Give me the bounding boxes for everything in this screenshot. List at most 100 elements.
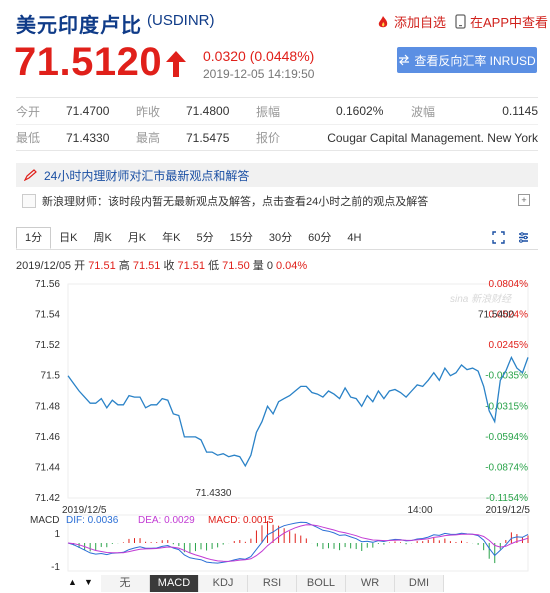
open-app-button[interactable]: 在APP中查看 bbox=[455, 12, 548, 31]
stat-value: 71.4800 bbox=[186, 104, 230, 118]
stat-value: 0.1602% bbox=[336, 104, 384, 118]
scroll-down-icon[interactable]: ▼ bbox=[84, 577, 93, 587]
period-tabs: 1分 日K 周K 月K 年K 5分 15分 30分 60分 4H bbox=[16, 227, 538, 250]
macd-dif-line bbox=[67, 521, 529, 564]
ohlc-vol: 0 bbox=[266, 260, 273, 272]
y-tick-label: 71.44 bbox=[35, 462, 60, 473]
tab-day[interactable]: 日K bbox=[51, 228, 85, 249]
news-item[interactable]: 新浪理财师：该时段内暂无最新观点及解答，点击查看24小时之前的观点及解答 + bbox=[16, 190, 538, 212]
news-heading-label: 24小时内理财师对汇市最新观点和解答 bbox=[44, 168, 250, 183]
ohlc-low: 71.50 bbox=[222, 260, 250, 272]
ohlc-close-label: 收 bbox=[163, 260, 175, 272]
indicator-tab-wr[interactable]: WR bbox=[346, 575, 395, 592]
price-line bbox=[67, 355, 529, 468]
tab-30min[interactable]: 30分 bbox=[261, 228, 300, 249]
tab-month[interactable]: 月K bbox=[120, 228, 154, 249]
stat-label: 昨收 bbox=[136, 104, 161, 119]
stat-value: 71.4700 bbox=[66, 104, 110, 118]
high-label: 71.5400 bbox=[478, 310, 515, 321]
swap-icon bbox=[399, 54, 410, 66]
add-favorite-button[interactable]: 添加自选 bbox=[376, 12, 446, 31]
reverse-rate-label: 查看反向汇率 INRUSD bbox=[414, 53, 536, 68]
news-heading[interactable]: 24小时内理财师对汇市最新观点和解答 bbox=[16, 163, 538, 187]
stat-label: 最低 bbox=[16, 131, 41, 145]
stat-value: Cougar Capital Management. New York bbox=[327, 130, 538, 145]
open-app-label: 在APP中查看 bbox=[470, 15, 549, 30]
ohlc-pct: 0.04% bbox=[276, 260, 308, 272]
scroll-up-icon[interactable]: ▲ bbox=[68, 577, 77, 587]
stat-label: 今开 bbox=[16, 104, 41, 119]
stat-label: 报价 bbox=[256, 131, 281, 145]
y-tick-label: 71.42 bbox=[35, 493, 60, 504]
tab-4h[interactable]: 4H bbox=[339, 228, 369, 249]
stat-value: 71.5475 bbox=[186, 130, 230, 145]
ohlc-vol-label: 量 bbox=[252, 260, 264, 272]
avatar bbox=[22, 194, 36, 208]
pencil-icon bbox=[24, 169, 37, 181]
ohlc-open: 71.51 bbox=[88, 260, 116, 272]
y-tick-label: 71.48 bbox=[35, 401, 60, 412]
plot-frame bbox=[67, 283, 529, 499]
arrow-up-icon bbox=[166, 51, 186, 77]
indicator-tab-kdj[interactable]: KDJ bbox=[199, 575, 248, 592]
y-tick-label: 71.54 bbox=[35, 310, 60, 321]
y-tick-label: 71.46 bbox=[35, 432, 60, 443]
macd-dea-line bbox=[67, 524, 529, 562]
stat-label: 波幅 bbox=[411, 104, 436, 119]
macd-frame bbox=[67, 514, 529, 572]
indicator-tab-rsi[interactable]: RSI bbox=[248, 575, 297, 592]
pct-tick-label: -0.0874% bbox=[485, 462, 528, 473]
settings-icon[interactable] bbox=[517, 231, 530, 244]
stat-label: 最高 bbox=[136, 131, 161, 145]
stat-label: 振幅 bbox=[256, 104, 281, 119]
tab-15min[interactable]: 15分 bbox=[222, 228, 261, 249]
current-price: 71.5120 bbox=[14, 40, 163, 84]
macd-label: MACD bbox=[30, 515, 59, 526]
header: 美元印度卢比 (USDINR) 添加自选 在APP中查看 bbox=[0, 0, 550, 38]
x-tick-label: 14:00 bbox=[407, 505, 432, 516]
tab-year[interactable]: 年K bbox=[154, 228, 188, 249]
x-tick-label: 2019/12/5 bbox=[486, 505, 531, 516]
tab-week[interactable]: 周K bbox=[85, 228, 119, 249]
ohlc-high: 71.51 bbox=[132, 260, 161, 272]
stats-row: 最低 71.4330 最高 71.5475 报价 Cougar Capital … bbox=[16, 124, 538, 150]
low-label: 71.4330 bbox=[195, 488, 232, 499]
quote-time: 2019-12-05 14:19:50 bbox=[203, 67, 315, 81]
ohlc-low-label: 低 bbox=[208, 260, 220, 272]
ohlc-open-label: 开 bbox=[74, 260, 86, 272]
page-title: 美元印度卢比 bbox=[16, 15, 142, 37]
indicator-tab-none[interactable]: 无 bbox=[101, 575, 150, 592]
indicator-tab-boll[interactable]: BOLL bbox=[297, 575, 346, 592]
macd-dif: DIF: 0.0036 bbox=[66, 515, 119, 526]
indicator-tab-macd[interactable]: MACD bbox=[150, 575, 199, 592]
ohlc-close: 71.51 bbox=[177, 260, 206, 272]
stat-value: 71.4330 bbox=[66, 130, 110, 145]
ohlc-bar: 2019/12/05 开 71.51 高 71.51 收 71.51 低 71.… bbox=[16, 257, 307, 273]
flame-icon bbox=[378, 15, 388, 27]
macd-dea: DEA: 0.0029 bbox=[138, 515, 195, 526]
price-chart[interactable]: sina 新浪财经71.56 0.0804%71.54 0.0524%71.52 0.… bbox=[0, 275, 550, 575]
ohlc-date: 2019/12/05 bbox=[16, 260, 72, 272]
phone-icon bbox=[455, 14, 466, 29]
stat-value: 0.1145 bbox=[502, 104, 538, 118]
tab-60min[interactable]: 60分 bbox=[300, 228, 339, 249]
fullscreen-icon[interactable] bbox=[492, 231, 505, 244]
add-favorite-label: 添加自选 bbox=[394, 15, 447, 30]
indicator-tab-dmi[interactable]: DMI bbox=[395, 575, 444, 592]
tab-5min[interactable]: 5分 bbox=[189, 228, 222, 249]
y-tick-label: 71.5 bbox=[41, 371, 61, 382]
watermark: sina 新浪财经 bbox=[450, 293, 512, 305]
price-change: 0.0320 (0.0448%) bbox=[203, 48, 315, 64]
stats-row: 今开 71.4700 昨收 71.4800 振幅 0.1602% 波幅 0.11… bbox=[16, 98, 538, 124]
macd-value: MACD: 0.0015 bbox=[208, 515, 274, 526]
ohlc-high-label: 高 bbox=[118, 260, 130, 272]
pct-tick-label: -0.1154% bbox=[486, 493, 528, 504]
news-item-text: 新浪理财师：该时段内暂无最新观点及解答，点击查看24小时之前的观点及解答 bbox=[42, 196, 429, 208]
y-tick-label: 71.56 bbox=[35, 279, 60, 290]
macd-y-tick: -1 bbox=[51, 562, 60, 573]
indicator-tabs: 无 MACD KDJ RSI BOLL WR DMI bbox=[101, 575, 444, 592]
expand-button[interactable]: + bbox=[518, 194, 530, 206]
pct-tick-label: 0.0245% bbox=[489, 340, 529, 351]
tab-1min[interactable]: 1分 bbox=[16, 227, 52, 249]
reverse-rate-button[interactable]: 查看反向汇率 INRUSD bbox=[397, 47, 537, 73]
